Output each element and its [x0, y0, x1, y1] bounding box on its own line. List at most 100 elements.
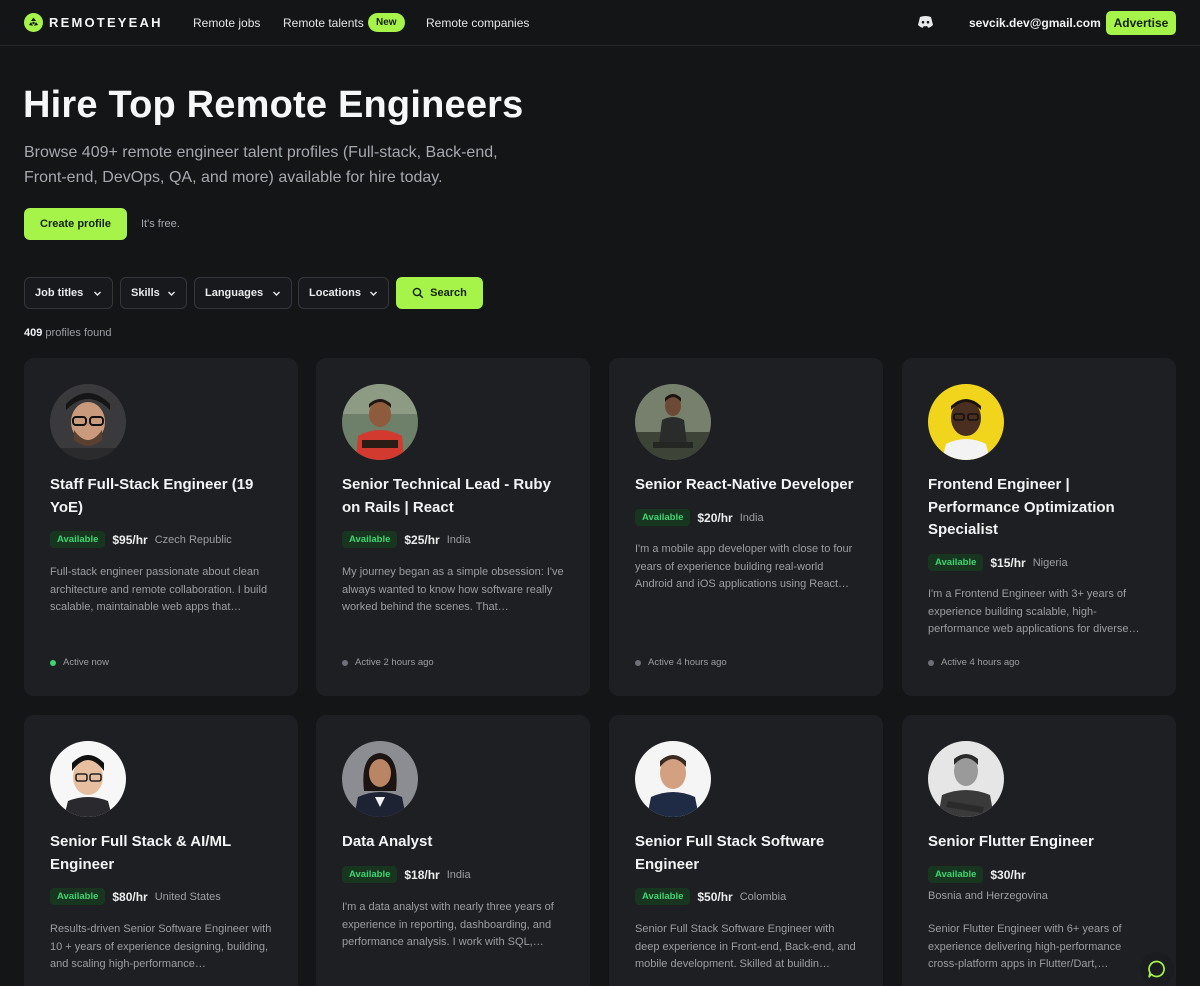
- results-number: 409: [24, 327, 43, 339]
- status-badge: Available: [928, 554, 984, 571]
- chevron-down-icon: [94, 291, 101, 296]
- results-count: 409 profiles found: [24, 327, 111, 339]
- profile-meta: Available $15/hr Nigeria: [928, 554, 1068, 571]
- profile-description: My journey began as a simple obsession: …: [342, 566, 564, 613]
- free-note: It's free.: [141, 218, 180, 230]
- activity-status: Active 4 hours ago: [928, 657, 1020, 668]
- avatar: [635, 741, 711, 817]
- hourly-rate: $18/hr: [404, 867, 440, 882]
- filter-locations[interactable]: Locations: [298, 277, 389, 309]
- chevron-down-icon: [168, 291, 175, 296]
- profile-title: Senior React-Native Developer: [635, 476, 854, 493]
- offline-dot-icon: [342, 659, 348, 666]
- profile-title: Senior Technical Lead - Ruby on Rails | …: [342, 476, 551, 516]
- profile-card[interactable]: Senior Technical Lead - Ruby on Rails | …: [316, 358, 590, 696]
- profile-title: Senior Full Stack Software Engineer: [635, 833, 825, 873]
- profile-location: India: [446, 533, 471, 546]
- profile-meta: Available $50/hr Colombia: [635, 888, 786, 905]
- offline-dot-icon: [928, 659, 934, 666]
- status-badge: Available: [928, 866, 984, 883]
- profile-location: Czech Republic: [154, 533, 232, 546]
- profile-meta: Available $30/hr: [928, 866, 1026, 883]
- profile-card[interactable]: Staff Full-Stack Engineer (19 YoE) Avail…: [24, 358, 298, 696]
- status-badge: Available: [342, 531, 398, 548]
- logo[interactable]: REMOTEYEAH: [24, 13, 163, 32]
- filter-label: Locations: [309, 287, 361, 299]
- profile-card[interactable]: Senior Flutter Engineer Available $30/hr…: [902, 715, 1176, 986]
- profile-card[interactable]: Senior React-Native Developer Available …: [609, 358, 883, 696]
- profile-meta: Available $25/hr India: [342, 531, 471, 548]
- chat-button[interactable]: [1140, 952, 1174, 986]
- avatar: [50, 384, 126, 460]
- search-button[interactable]: Search: [396, 277, 483, 309]
- create-profile-button[interactable]: Create profile: [24, 208, 127, 240]
- profile-description: Results-driven Senior Software Engineer …: [50, 923, 272, 970]
- status-badge: Available: [342, 866, 398, 883]
- hourly-rate: $15/hr: [990, 555, 1026, 570]
- filter-job-titles[interactable]: Job titles: [24, 277, 113, 309]
- logo-text: REMOTEYEAH: [49, 15, 163, 30]
- nav-remote-talents[interactable]: Remote talents: [283, 16, 364, 30]
- search-label: Search: [430, 287, 467, 299]
- activity-text: Active 4 hours ago: [941, 657, 1020, 668]
- profile-description: I'm a Frontend Engineer with 3+ years of…: [928, 588, 1140, 635]
- avatar: [342, 741, 418, 817]
- profile-card[interactable]: Frontend Engineer | Performance Optimiza…: [902, 358, 1176, 696]
- hero-subtitle: Browse 409+ remote engineer talent profi…: [24, 144, 498, 186]
- nav-remote-companies[interactable]: Remote companies: [426, 16, 529, 30]
- activity-status: Active 4 hours ago: [635, 657, 727, 668]
- profile-description: I'm a data analyst with nearly three yea…: [342, 901, 554, 948]
- profile-meta: Available $20/hr India: [635, 509, 764, 526]
- status-badge: Available: [50, 888, 106, 905]
- recycle-logo-icon: [24, 13, 43, 32]
- filter-label: Skills: [131, 287, 160, 299]
- avatar: [928, 384, 1004, 460]
- profile-title: Frontend Engineer | Performance Optimiza…: [928, 476, 1115, 538]
- new-badge: New: [368, 13, 405, 32]
- activity-text: Active now: [63, 657, 109, 668]
- hourly-rate: $20/hr: [697, 510, 733, 525]
- user-email[interactable]: sevcik.dev@gmail.com: [969, 16, 1101, 30]
- discord-icon[interactable]: [917, 15, 934, 29]
- chevron-down-icon: [370, 291, 377, 296]
- filter-label: Job titles: [35, 287, 84, 299]
- activity-text: Active 4 hours ago: [648, 657, 727, 668]
- hourly-rate: $25/hr: [404, 532, 440, 547]
- profile-card[interactable]: Data Analyst Available $18/hr India I'm …: [316, 715, 590, 986]
- avatar: [50, 741, 126, 817]
- profile-location: Nigeria: [1032, 556, 1068, 569]
- profile-description: Senior Flutter Engineer with 6+ years of…: [928, 923, 1122, 970]
- profile-meta: Available $80/hr United States: [50, 888, 221, 905]
- status-badge: Available: [50, 531, 106, 548]
- profile-location: Colombia: [739, 890, 787, 903]
- profile-description: Full-stack engineer passionate about cle…: [50, 566, 268, 613]
- chat-bubble-icon: [1148, 960, 1165, 978]
- profile-title: Senior Flutter Engineer: [928, 833, 1094, 850]
- profile-card[interactable]: Senior Full Stack & AI/ML Engineer Avail…: [24, 715, 298, 986]
- results-suffix: profiles found: [45, 327, 112, 339]
- filter-languages[interactable]: Languages: [194, 277, 292, 309]
- profile-meta: Available $95/hr Czech Republic: [50, 531, 232, 548]
- nav-remote-jobs[interactable]: Remote jobs: [193, 16, 260, 30]
- profile-location: United States: [154, 890, 221, 903]
- activity-text: Active 2 hours ago: [355, 657, 434, 668]
- profile-title: Senior Full Stack & AI/ML Engineer: [50, 833, 231, 873]
- profile-meta: Available $18/hr India: [342, 866, 471, 883]
- offline-dot-icon: [635, 659, 641, 666]
- hourly-rate: $50/hr: [697, 889, 733, 904]
- profile-card[interactable]: Senior Full Stack Software Engineer Avai…: [609, 715, 883, 986]
- avatar: [342, 384, 418, 460]
- hourly-rate: $30/hr: [990, 867, 1026, 882]
- profile-location: Bosnia and Herzegovina: [928, 890, 1048, 902]
- advertise-button[interactable]: Advertise: [1106, 11, 1176, 35]
- hourly-rate: $95/hr: [112, 532, 148, 547]
- profile-title: Data Analyst: [342, 833, 433, 850]
- status-badge: Available: [635, 509, 691, 526]
- hourly-rate: $80/hr: [112, 889, 148, 904]
- page-title: Hire Top Remote Engineers: [23, 84, 524, 126]
- filter-skills[interactable]: Skills: [120, 277, 187, 309]
- avatar: [928, 741, 1004, 817]
- profile-description: I'm a mobile app developer with close to…: [635, 543, 853, 590]
- online-dot-icon: [50, 659, 56, 666]
- avatar: [635, 384, 711, 460]
